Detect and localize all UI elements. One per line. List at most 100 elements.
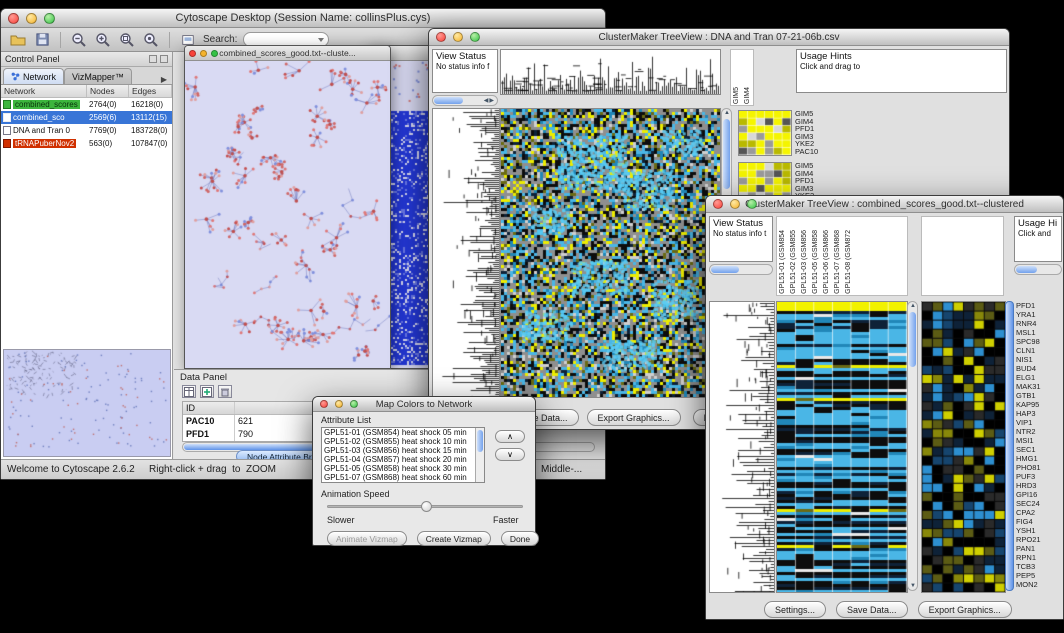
gene-label[interactable]: SEC24 (1016, 499, 1063, 508)
open-folder-icon[interactable] (9, 31, 27, 49)
animate-vizmap-button[interactable]: Animate Vizmap (327, 531, 407, 546)
attribute-list-item[interactable]: GPL51-02 (GSM855) heat shock 10 min (322, 437, 484, 446)
gene-label[interactable]: FIG4 (1016, 517, 1063, 526)
tab-overflow-arrow-icon[interactable]: ▶ (156, 75, 172, 84)
column-label[interactable]: GPL51-06 (GSM866 (822, 230, 832, 294)
scroll-arrows-icon[interactable]: ◀▶ (484, 97, 495, 104)
network-overview-thumbnail[interactable] (3, 349, 171, 457)
select-attributes-icon[interactable] (182, 385, 196, 398)
column-label[interactable]: GIM5 (732, 87, 742, 104)
treeview-button[interactable]: Export Graphics... (587, 409, 681, 426)
column-dendrogram-canvas[interactable] (500, 49, 721, 95)
zoom-window-button[interactable] (350, 400, 358, 408)
save-icon[interactable] (33, 31, 51, 49)
column-label[interactable]: GPL51-05 (GSM858 (811, 230, 821, 294)
gene-label[interactable]: HRD3 (1016, 481, 1063, 490)
close-button[interactable] (8, 13, 19, 24)
column-label[interactable]: GPL51-03 (GSM856 (800, 230, 810, 294)
gene-label[interactable]: YSH1 (1016, 526, 1063, 535)
minimize-button[interactable] (453, 32, 463, 42)
gene-label[interactable]: PHO81 (1016, 463, 1063, 472)
network-canvas[interactable] (185, 61, 390, 368)
scroll-up-icon[interactable]: ▲ (724, 110, 730, 116)
gene-label[interactable]: SPC98 (1016, 337, 1063, 346)
tab-vizmapper[interactable]: VizMapper™ (64, 68, 132, 84)
zoom-vscrollbar[interactable] (1005, 301, 1014, 591)
zoom-window-button[interactable] (211, 50, 218, 57)
column-label[interactable]: GIM4 (743, 87, 753, 104)
gene-label[interactable]: ELG1 (1016, 373, 1063, 382)
minimize-button[interactable] (730, 199, 740, 209)
gene-label[interactable]: MSI1 (1016, 436, 1063, 445)
attribute-list-item[interactable]: GPL51-04 (GSM857) heat shock 20 min (322, 455, 484, 464)
gene-label[interactable]: CPA2 (1016, 508, 1063, 517)
network-row[interactable]: combined_scores 2764(0) 16218(0) (1, 98, 172, 111)
move-down-button[interactable]: ∨ (495, 448, 525, 461)
gene-label[interactable]: VIP1 (1016, 418, 1063, 427)
tab-network[interactable]: Network (3, 68, 64, 84)
row-dendrogram-canvas[interactable] (709, 301, 775, 593)
zoom-window-button[interactable] (747, 199, 757, 209)
column-label[interactable]: GPL51-02 (GSM855 (789, 230, 799, 294)
zoom-selected-icon[interactable] (142, 31, 160, 49)
float-panel-icon[interactable] (149, 55, 157, 63)
create-attribute-icon[interactable] (200, 385, 214, 398)
scrollbar-thumb[interactable] (723, 119, 730, 189)
close-button[interactable] (189, 50, 196, 57)
gene-label[interactable]: TCB3 (1016, 562, 1063, 571)
dialog-titlebar[interactable]: Map Colors to Network (313, 397, 535, 412)
gene-label[interactable]: RPO21 (1016, 535, 1063, 544)
gene-label[interactable]: PEP5 (1016, 571, 1063, 580)
treeview-dna-titlebar[interactable]: ClusterMaker TreeView : DNA and Tran 07-… (429, 29, 1009, 46)
network-row[interactable]: tRNAPuberNov2 563(0) 107847(0) (1, 137, 172, 150)
correlation-matrix-canvas[interactable] (738, 110, 792, 156)
delete-attribute-icon[interactable] (218, 385, 232, 398)
attribute-list-item[interactable]: GPL51-07 (GSM868) heat shock 60 min (322, 473, 484, 482)
gene-label[interactable]: BUD4 (1016, 364, 1063, 373)
attribute-list-item[interactable]: GPL51-03 (GSM856) heat shock 15 min (322, 446, 484, 455)
gene-label[interactable]: PAN1 (1016, 544, 1063, 553)
gene-label[interactable]: HAP3 (1016, 409, 1063, 418)
attribute-listbox[interactable]: GPL51-01 (GSM854) heat shock 05 minGPL51… (321, 427, 485, 483)
zoom-fit-icon[interactable] (118, 31, 136, 49)
scrollbar-thumb[interactable] (477, 430, 483, 452)
zoom-window-button[interactable] (44, 13, 55, 24)
gene-label[interactable]: GPI16 (1016, 490, 1063, 499)
column-label[interactable]: GPL51-08 (GSM872 (844, 230, 854, 294)
gene-label[interactable]: RPN1 (1016, 553, 1063, 562)
zoom-heatmap-canvas[interactable] (921, 301, 1006, 593)
zoom-hscrollbar[interactable] (1014, 264, 1062, 275)
scrollbar-thumb[interactable] (909, 312, 916, 367)
gene-label[interactable]: RNR4 (1016, 319, 1063, 328)
zoom-out-icon[interactable] (70, 31, 88, 49)
gene-label[interactable]: SEC1 (1016, 445, 1063, 454)
heatmap-vscrollbar[interactable]: ▲ ▼ (907, 301, 918, 591)
dendrogram-hscrollbar[interactable] (709, 264, 773, 275)
gene-label[interactable]: MSL1 (1016, 328, 1063, 337)
gene-label[interactable]: GTB1 (1016, 391, 1063, 400)
heatmap-canvas[interactable] (776, 301, 908, 593)
gene-label[interactable]: NTR2 (1016, 427, 1063, 436)
main-titlebar[interactable]: Cytoscape Desktop (Session Name: collins… (1, 9, 605, 28)
zoom-in-icon[interactable] (94, 31, 112, 49)
close-panel-icon[interactable] (160, 55, 168, 63)
scroll-down-icon[interactable]: ▼ (910, 583, 916, 589)
column-label[interactable]: GPL51-07 (GSM868 (833, 230, 843, 294)
gene-label[interactable]: NIS1 (1016, 355, 1063, 364)
treeview-button[interactable]: Export Graphics... (918, 601, 1012, 618)
treeview-button[interactable]: Save Data... (836, 601, 908, 618)
network-row[interactable]: DNA and Tran 0 7769(0) 183728(0) (1, 124, 172, 137)
heatmap-canvas[interactable] (500, 108, 721, 398)
gene-label[interactable]: PFD1 (1016, 301, 1063, 310)
scrollbar-thumb[interactable] (711, 266, 739, 273)
network-view-window[interactable]: combined_scores_good.txt--cluste... (184, 45, 391, 369)
minimize-button[interactable] (26, 13, 37, 24)
scrollbar-thumb[interactable] (1016, 266, 1037, 273)
move-up-button[interactable]: ∧ (495, 430, 525, 443)
listbox-vscrollbar[interactable] (475, 428, 484, 482)
attribute-list-item[interactable]: GPL51-01 (GSM854) heat shock 05 min (322, 428, 484, 437)
gene-label[interactable]: HMG1 (1016, 454, 1063, 463)
scroll-up-icon[interactable]: ▲ (910, 303, 916, 309)
network-window-titlebar[interactable]: combined_scores_good.txt--cluste... (185, 46, 390, 61)
close-button[interactable] (320, 400, 328, 408)
